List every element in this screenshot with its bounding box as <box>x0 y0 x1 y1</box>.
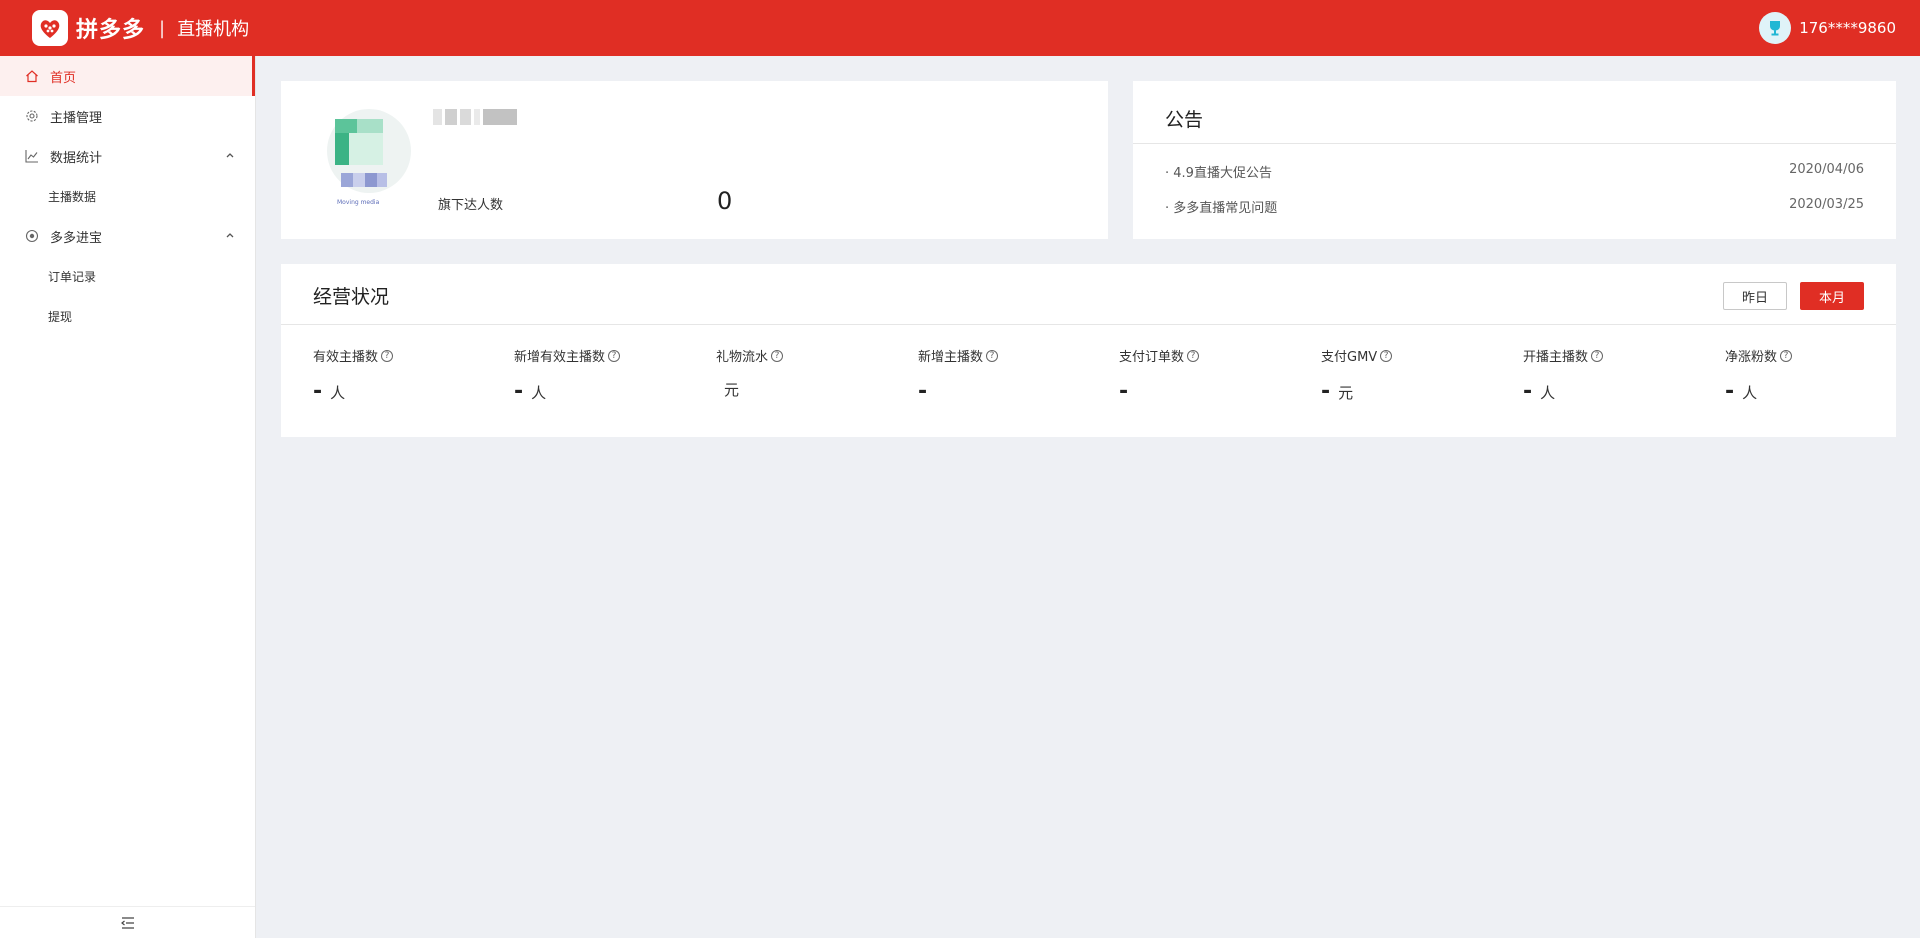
help-icon[interactable]: ? <box>381 349 394 362</box>
user-menu[interactable]: 176****9860 <box>1759 0 1896 56</box>
organization-avatar <box>323 109 415 209</box>
notice-item[interactable]: · 4.9直播大促公告 2020/04/06 <box>1165 162 1864 181</box>
metric-valid-anchors: 有效主播数? -人 <box>313 346 503 404</box>
home-icon <box>24 68 40 84</box>
metric-unit: 人 <box>1742 384 1758 402</box>
sidebar-item-label: 多多进宝 <box>50 230 103 246</box>
avatar-caption: Moving media <box>337 199 380 206</box>
metric-label: 支付GMV <box>1321 350 1378 365</box>
sidebar-item-data-stats[interactable]: 数据统计 <box>0 136 255 176</box>
brand-subtitle: 直播机构 <box>177 19 250 40</box>
metric-value: - <box>918 379 928 404</box>
metric-label: 礼物流水 <box>716 350 769 365</box>
help-icon[interactable]: ? <box>608 349 621 362</box>
pinduoduo-logo-icon[interactable] <box>32 10 68 46</box>
organization-name-blurred <box>433 109 518 129</box>
gear-icon <box>24 108 40 124</box>
sidebar-item-order-records[interactable]: 订单记录 <box>0 256 255 296</box>
menu-fold-icon <box>120 916 134 929</box>
notice-item[interactable]: · 多多直播常见问题 2020/03/25 <box>1165 197 1864 216</box>
metric-net-followers: 净涨粉数? -人 <box>1725 346 1915 404</box>
notice-item-date: 2020/04/06 <box>1789 162 1864 177</box>
metric-value: - <box>1523 379 1533 404</box>
chart-line-icon <box>24 148 40 164</box>
metric-label: 支付订单数 <box>1119 350 1185 365</box>
help-icon[interactable]: ? <box>771 349 784 362</box>
metric-value: - <box>313 379 323 404</box>
sidebar-item-label: 首页 <box>50 70 77 86</box>
divider <box>1133 143 1896 144</box>
metric-unit: 人 <box>330 384 346 402</box>
this-month-button[interactable]: 本月 <box>1800 282 1864 310</box>
help-icon[interactable]: ? <box>1380 349 1393 362</box>
sidebar: 首页 主播管理 数据统计 主播数据 多多进宝 订单记录 提现 <box>0 56 256 938</box>
sidebar-item-label: 主播管理 <box>50 110 103 126</box>
notice-item-title[interactable]: · 多多直播常见问题 <box>1165 197 1277 216</box>
help-icon[interactable]: ? <box>986 349 999 362</box>
notice-item-title[interactable]: · 4.9直播大促公告 <box>1165 162 1272 181</box>
metric-value: - <box>514 379 524 404</box>
metric-new-valid-anchors: 新增有效主播数? -人 <box>514 346 704 404</box>
collapse-sidebar-button[interactable] <box>0 906 255 938</box>
help-icon[interactable]: ? <box>1187 349 1200 362</box>
trophy-icon <box>1770 21 1781 36</box>
chevron-up-icon <box>225 149 235 164</box>
metric-paid-gmv: 支付GMV? -元 <box>1321 346 1511 404</box>
brand-name: 拼多多 <box>76 18 146 43</box>
sidebar-item-label: 数据统计 <box>50 150 103 166</box>
metric-value: - <box>1725 379 1735 404</box>
profile-card: Moving media 旗下达人数 0 <box>281 81 1108 239</box>
sidebar-item-duoduo-jinbao[interactable]: 多多进宝 <box>0 216 255 256</box>
notice-item-date: 2020/03/25 <box>1789 197 1864 212</box>
metric-value: - <box>1119 379 1129 404</box>
business-status-card: 经营状况 昨日 本月 有效主播数? -人 新增有效主播数? -人 礼物流水? 元… <box>281 264 1896 437</box>
metric-label: 新增主播数 <box>918 350 984 365</box>
metric-new-anchors: 新增主播数? - <box>918 346 1108 404</box>
subordinate-count-label: 旗下达人数 <box>438 198 504 213</box>
target-icon <box>24 228 40 244</box>
user-avatar[interactable] <box>1759 12 1792 44</box>
metric-unit: 人 <box>1540 384 1556 402</box>
chevron-up-icon <box>225 229 235 244</box>
divider <box>281 324 1896 325</box>
metric-label: 净涨粉数 <box>1725 350 1778 365</box>
metric-label: 开播主播数 <box>1523 350 1589 365</box>
notice-card: 公告 · 4.9直播大促公告 2020/04/06 · 多多直播常见问题 202… <box>1133 81 1896 239</box>
metric-gift-flow: 礼物流水? 元 <box>716 346 906 400</box>
help-icon[interactable]: ? <box>1780 349 1793 362</box>
metric-unit: 元 <box>724 381 740 399</box>
metric-label: 有效主播数 <box>313 350 379 365</box>
sidebar-item-home[interactable]: 首页 <box>0 56 255 96</box>
brand-separator: | <box>159 17 166 39</box>
metric-live-anchors: 开播主播数? -人 <box>1523 346 1713 404</box>
metric-value: - <box>1321 379 1331 404</box>
user-phone[interactable]: 176****9860 <box>1799 19 1896 37</box>
help-icon[interactable]: ? <box>1591 349 1604 362</box>
metric-label: 新增有效主播数 <box>514 350 606 365</box>
sidebar-item-withdraw[interactable]: 提现 <box>0 296 255 336</box>
metric-unit: 元 <box>1338 384 1354 402</box>
metric-unit: 人 <box>531 384 547 402</box>
metric-paid-orders: 支付订单数? - <box>1119 346 1309 404</box>
sidebar-item-anchor-management[interactable]: 主播管理 <box>0 96 255 136</box>
business-status-title: 经营状况 <box>313 286 390 308</box>
notice-title: 公告 <box>1165 109 1204 131</box>
sidebar-item-anchor-data[interactable]: 主播数据 <box>0 176 255 216</box>
top-header: 拼多多 | 直播机构 176****9860 <box>0 0 1920 56</box>
subordinate-count-value: 0 <box>717 187 733 215</box>
yesterday-button[interactable]: 昨日 <box>1723 282 1787 310</box>
